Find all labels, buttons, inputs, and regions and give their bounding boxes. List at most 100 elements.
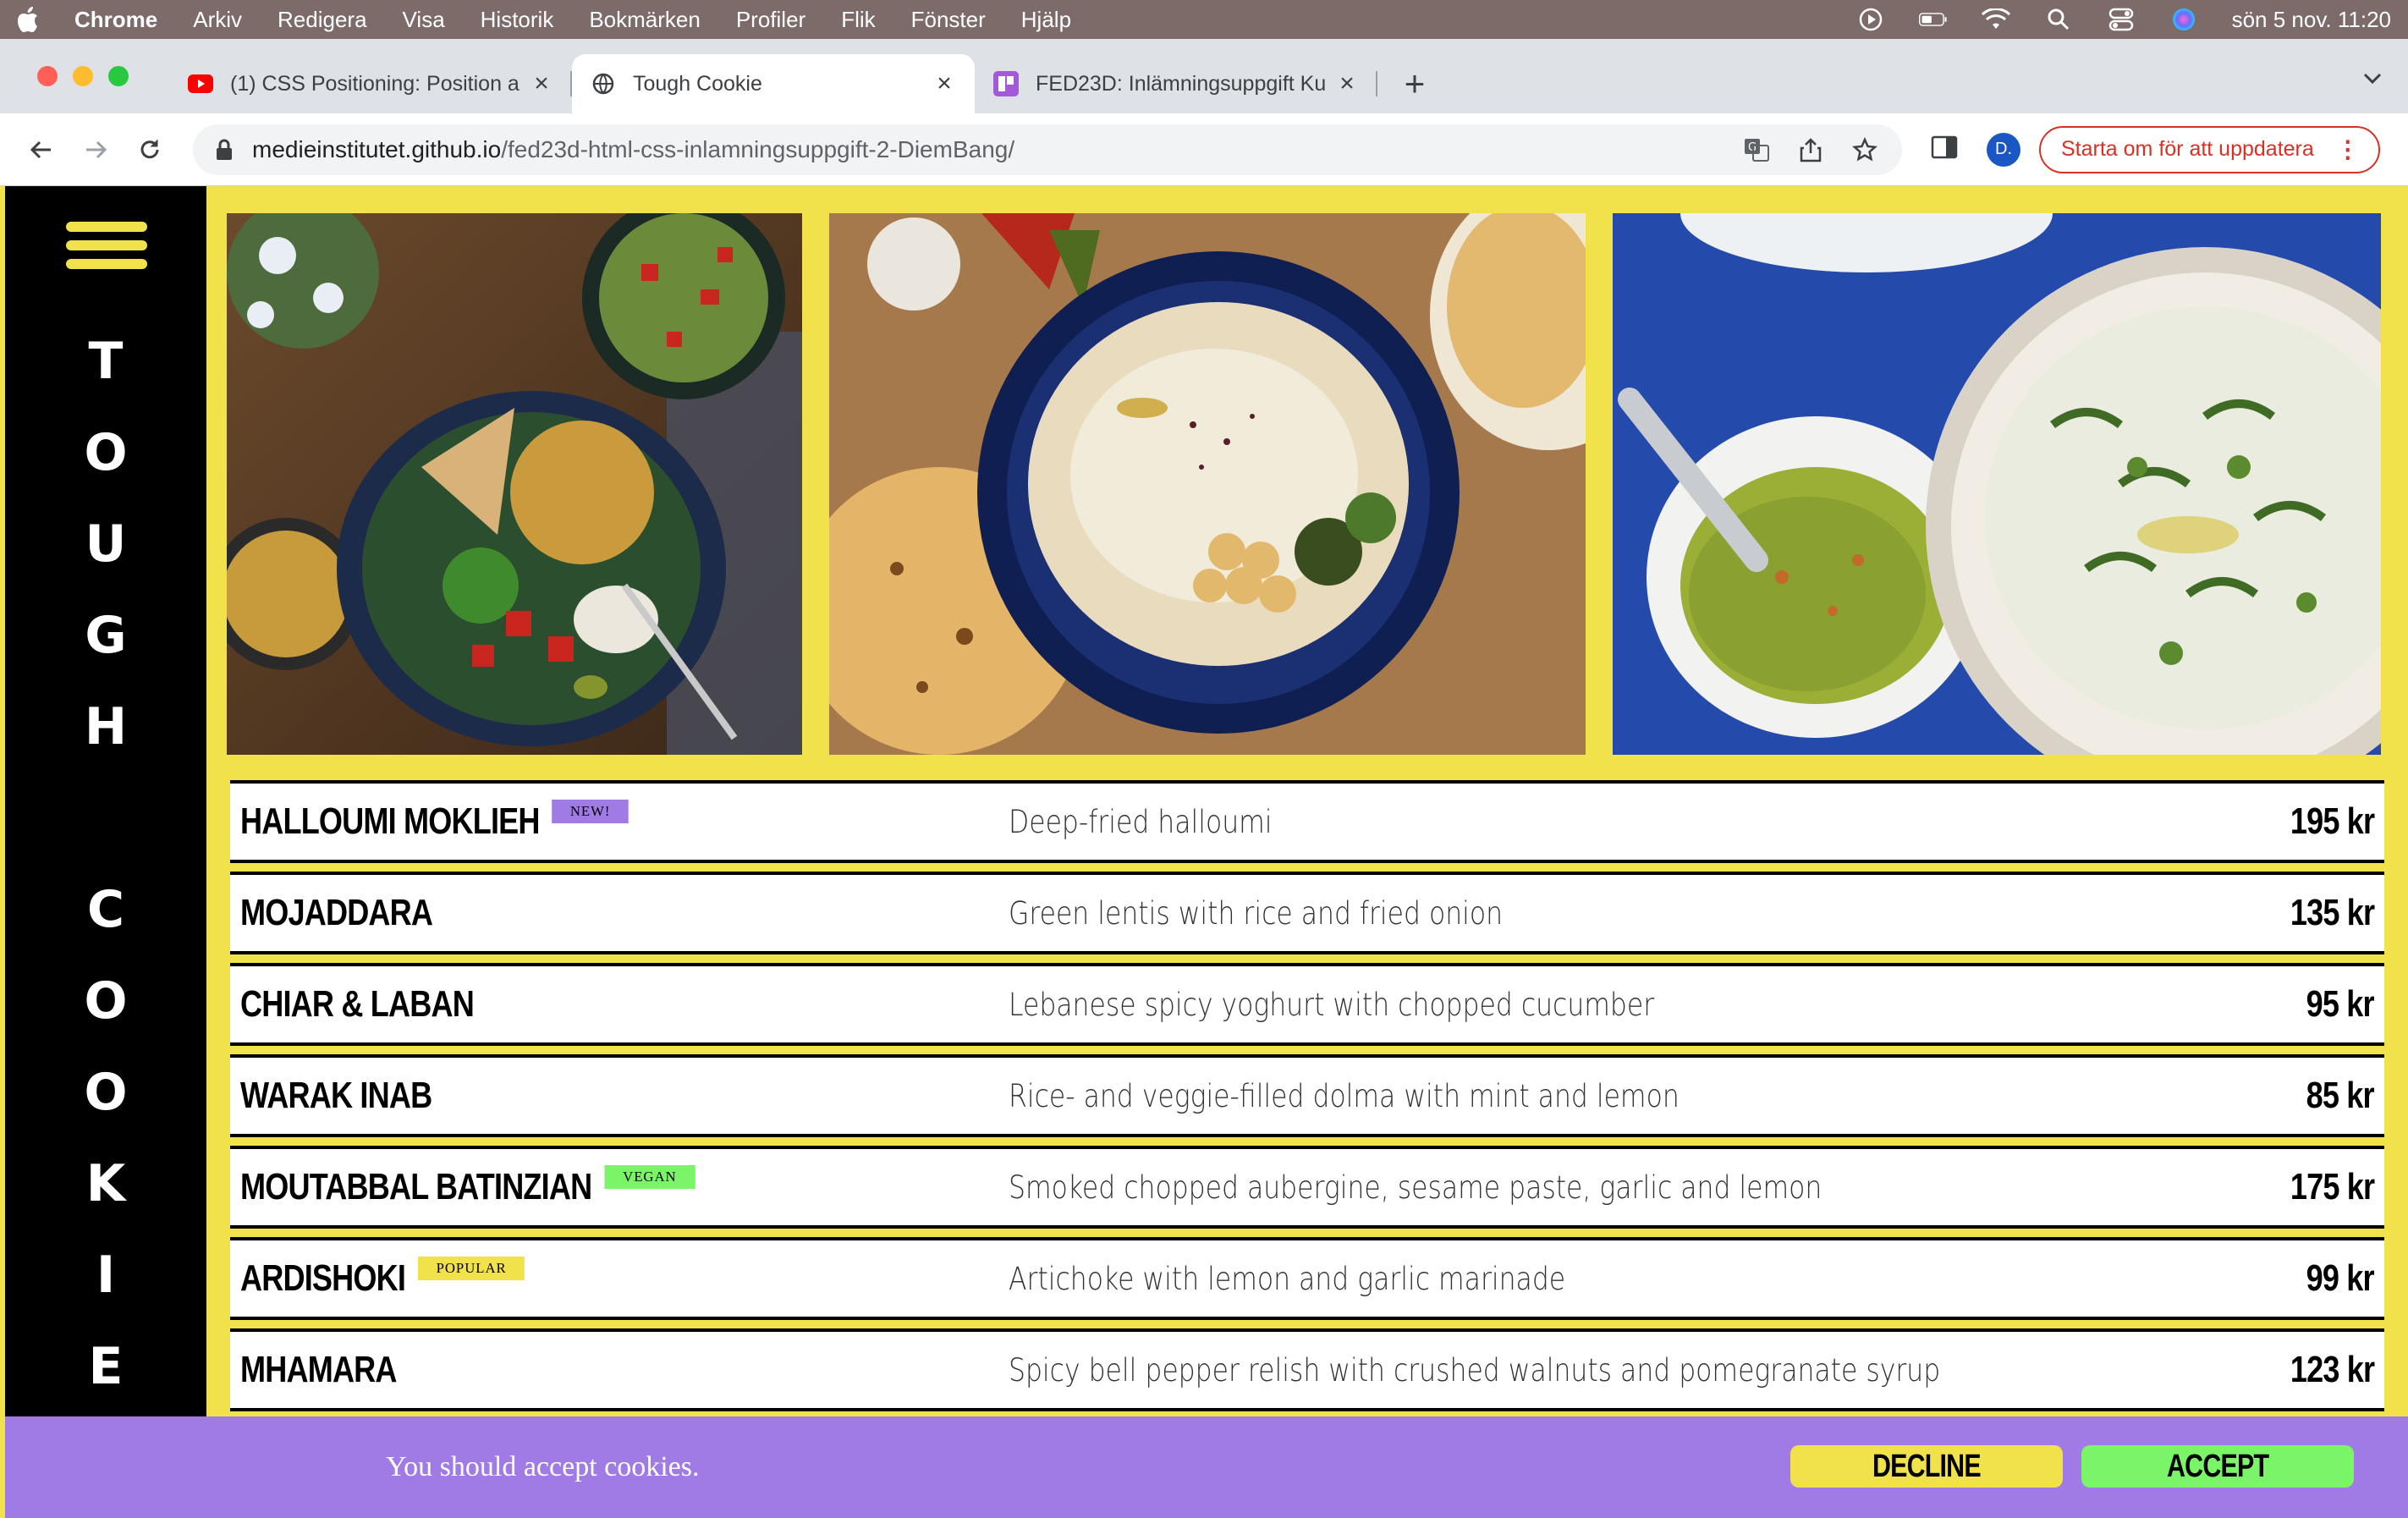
control-center-icon[interactable]: [2107, 7, 2136, 32]
accept-cookies-button[interactable]: ACCEPT: [2081, 1445, 2354, 1488]
dish-name-text: MOUTABBAL BATINZIAN: [240, 1166, 592, 1207]
decline-label: DECLINE: [1872, 1448, 1982, 1484]
menu-row: MOUTABBAL BATINZIAN VEGAN Smoked chopped …: [230, 1146, 2384, 1229]
dish-name: MOJADDARA: [240, 892, 433, 934]
kebab-menu-icon[interactable]: ⋮: [2336, 135, 2360, 163]
close-tab-icon[interactable]: ×: [932, 69, 956, 98]
address-bar[interactable]: medieinstitutet.github.io/fed23d-html-cs…: [193, 124, 1902, 175]
brand-letter: G: [85, 606, 127, 665]
back-arrow-icon[interactable]: [22, 130, 61, 169]
play-circle-icon[interactable]: [1856, 7, 1885, 32]
popular-badge: POPULAR: [417, 1257, 525, 1280]
dish-name: MOUTABBAL BATINZIAN VEGAN: [240, 1165, 695, 1208]
dish-name-text: HALLOUMI MOKLIEH: [240, 800, 540, 842]
zoom-window-button[interactable]: [108, 66, 129, 86]
accept-label: ACCEPT: [2166, 1448, 2269, 1484]
browser-toolbar: medieinstitutet.github.io/fed23d-html-cs…: [0, 113, 2408, 186]
update-chrome-button[interactable]: Starta om för att uppdatera ⋮: [2039, 125, 2380, 173]
menu-item-bokmarken[interactable]: Bokmärken: [589, 7, 701, 33]
profile-avatar[interactable]: D.: [1987, 132, 2020, 167]
apple-icon[interactable]: [17, 6, 41, 33]
dish-description: Lebanese spicy yoghurt with chopped cucu…: [1009, 986, 1655, 1023]
vegan-badge: VEGAN: [604, 1165, 695, 1189]
menu-item-profiler[interactable]: Profiler: [736, 7, 805, 33]
yoghurt-dip-photo: [1613, 213, 2381, 755]
brand-letter: O: [84, 423, 128, 482]
tab-title: FED23D: Inlämningsuppgift Ku: [1036, 71, 1327, 96]
wifi-icon[interactable]: [1981, 7, 2010, 32]
minimize-window-button[interactable]: [73, 66, 93, 86]
bookmark-star-icon[interactable]: [1850, 135, 1880, 165]
tab-search-chevron-icon[interactable]: [2362, 64, 2383, 91]
hummus-photo: [829, 213, 1586, 755]
menu-row: WARAK INAB Rice- and veggie-filled dolma…: [230, 1054, 2384, 1137]
dish-description: Artichoke with lemon and garlic marinade: [1009, 1260, 1566, 1297]
dish-description: Green lentis with rice and fried onion: [1009, 894, 1504, 932]
translate-icon[interactable]: G: [1741, 135, 1772, 165]
dish-name: HALLOUMI MOKLIEH NEW!: [240, 800, 629, 843]
url-path: /fed23d-html-css-inlamningsuppgift-2-Die…: [501, 135, 1015, 162]
tab-title: Tough Cookie: [633, 71, 762, 96]
dish-name: WARAK INAB: [240, 1075, 432, 1117]
tab-fed23d[interactable]: FED23D: Inlämningsuppgift Ku ×: [975, 54, 1377, 113]
decline-cookies-button[interactable]: DECLINE: [1790, 1445, 2063, 1488]
window-controls: [37, 66, 129, 86]
tab-tough-cookie[interactable]: Tough Cookie ×: [572, 54, 975, 113]
dish-name-text: ARDISHOKI: [240, 1257, 406, 1299]
brand-letter: H: [84, 697, 128, 756]
menu-item-historik[interactable]: Historik: [481, 7, 554, 33]
hamburger-menu-icon[interactable]: [66, 222, 147, 278]
dish-price: 195 kr: [2290, 800, 2375, 842]
menu-item-redigera[interactable]: Redigera: [278, 7, 367, 33]
close-tab-icon[interactable]: ×: [530, 69, 553, 98]
youtube-icon: [188, 71, 213, 96]
spotlight-search-icon[interactable]: [2044, 7, 2073, 32]
browser-tab-strip: (1) CSS Positioning: Position a × Tough …: [0, 39, 2408, 113]
menu-row: MHAMARA Spicy bell pepper relish with cr…: [230, 1328, 2384, 1411]
menu-row: ARDISHOKI POPULAR Artichoke with lemon an…: [230, 1237, 2384, 1320]
dish-price: 99 kr: [2306, 1257, 2375, 1299]
siri-icon[interactable]: [2169, 7, 2198, 32]
side-panel-icon[interactable]: [1931, 135, 1961, 165]
close-tab-icon[interactable]: ×: [1335, 69, 1359, 98]
reload-icon[interactable]: [130, 130, 169, 169]
classroom-icon: [993, 71, 1019, 96]
lock-icon[interactable]: [215, 139, 234, 161]
close-window-button[interactable]: [37, 66, 58, 86]
menu-item-visa[interactable]: Visa: [403, 7, 445, 33]
macos-menu-bar: Chrome Arkiv Redigera Visa Historik Bokm…: [0, 0, 2408, 39]
menu-item-hjalp[interactable]: Hjälp: [1021, 7, 1071, 33]
brand-letter: O: [84, 1063, 128, 1122]
dish-name-text: MOJADDARA: [240, 892, 433, 933]
menu-clock[interactable]: sön 5 nov. 11:20: [2232, 7, 2391, 33]
forward-arrow-icon[interactable]: [76, 130, 115, 169]
new-tab-button[interactable]: +: [1389, 54, 1440, 113]
brand-letter: O: [84, 971, 128, 1031]
web-page: T O U G H C O O K I E HALLOUMI MOKLIEH N…: [0, 186, 2408, 1518]
battery-icon[interactable]: [1918, 7, 1948, 32]
sidebar: T O U G H C O O K I E: [5, 186, 206, 1518]
dish-price: 95 kr: [2306, 983, 2375, 1025]
brand-letter: K: [85, 1154, 126, 1213]
menu-row: HALLOUMI MOKLIEH NEW! Deep-fried halloumi…: [230, 780, 2384, 863]
menu-item-chrome[interactable]: Chrome: [74, 7, 157, 33]
cookie-message: You should accept cookies.: [386, 1451, 700, 1482]
menu-item-flik[interactable]: Flik: [841, 7, 875, 33]
share-icon[interactable]: [1795, 135, 1826, 165]
menu-item-arkiv[interactable]: Arkiv: [193, 7, 242, 33]
menu-row: MOJADDARA Green lentis with rice and fri…: [230, 872, 2384, 954]
menu-item-fonster[interactable]: Fönster: [911, 7, 986, 33]
dish-name-text: CHIAR & LABAN: [240, 983, 475, 1025]
dish-description: Spicy bell pepper relish with crushed wa…: [1009, 1351, 1941, 1389]
dish-price: 123 kr: [2290, 1349, 2375, 1390]
tab-css-positioning[interactable]: (1) CSS Positioning: Position a ×: [169, 54, 572, 113]
url-host: medieinstitutet.github.io: [252, 135, 502, 162]
new-badge: NEW!: [552, 800, 629, 823]
menu-row: CHIAR & LABAN Lebanese spicy yoghurt wit…: [230, 963, 2384, 1046]
dish-description: Deep-fried halloumi: [1009, 803, 1273, 840]
update-label: Starta om för att uppdatera: [2061, 137, 2314, 161]
dish-price: 135 kr: [2290, 892, 2375, 933]
dish-name: MHAMARA: [240, 1349, 397, 1391]
dish-name: ARDISHOKI POPULAR: [240, 1257, 525, 1300]
brand-letter: I: [96, 1246, 116, 1305]
